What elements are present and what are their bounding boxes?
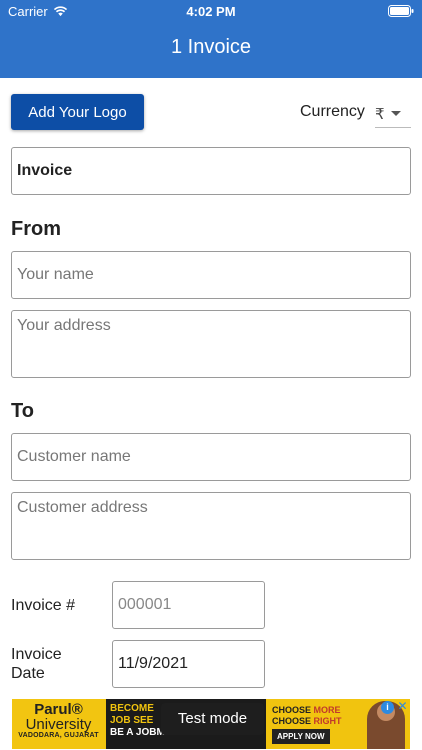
test-mode-badge: Test mode bbox=[161, 703, 264, 735]
status-bar: Carrier 4:02 PM bbox=[0, 0, 422, 24]
ad-right-line1b: MORE bbox=[313, 705, 341, 715]
invoice-number-field[interactable] bbox=[112, 581, 265, 629]
invoice-date-field[interactable] bbox=[112, 640, 265, 688]
your-name-field[interactable] bbox=[11, 251, 411, 299]
currency-select[interactable]: ₹ bbox=[375, 100, 411, 128]
ad-brand: Parul® bbox=[34, 701, 83, 718]
customer-name-field[interactable] bbox=[11, 433, 411, 481]
ad-apply-button[interactable]: APPLY NOW bbox=[272, 729, 330, 744]
ad-right-line2b: RIGHT bbox=[313, 716, 342, 726]
status-time: 4:02 PM bbox=[186, 4, 236, 19]
page-title: 1 Invoice bbox=[170, 36, 252, 58]
close-icon[interactable]: ✕ bbox=[396, 700, 409, 713]
to-heading: To bbox=[11, 400, 34, 422]
currency-value: ₹ bbox=[375, 105, 385, 123]
your-address-field[interactable] bbox=[11, 310, 411, 378]
customer-address-field[interactable] bbox=[11, 492, 411, 560]
currency-label: Currency bbox=[300, 103, 365, 120]
battery-icon bbox=[388, 5, 414, 17]
chevron-down-icon bbox=[390, 111, 401, 116]
info-icon[interactable]: i bbox=[381, 701, 394, 714]
ad-city: VADODARA, GUJARAT bbox=[18, 732, 99, 739]
ad-logo: Parul® University VADODARA, GUJARAT bbox=[12, 699, 105, 749]
add-logo-button[interactable]: Add Your Logo bbox=[11, 94, 144, 130]
invoice-date-label: Invoice Date bbox=[11, 646, 62, 682]
app-header: Carrier 4:02 PM 1 Invoice bbox=[0, 0, 422, 78]
ad-right-line1a: CHOOSE bbox=[272, 705, 314, 715]
ad-brand-line2: University bbox=[25, 716, 92, 733]
from-heading: From bbox=[11, 218, 61, 240]
ad-right-line2a: CHOOSE bbox=[272, 716, 314, 726]
invoice-title-field[interactable] bbox=[11, 147, 411, 195]
invoice-number-label: Invoice # bbox=[11, 597, 76, 614]
